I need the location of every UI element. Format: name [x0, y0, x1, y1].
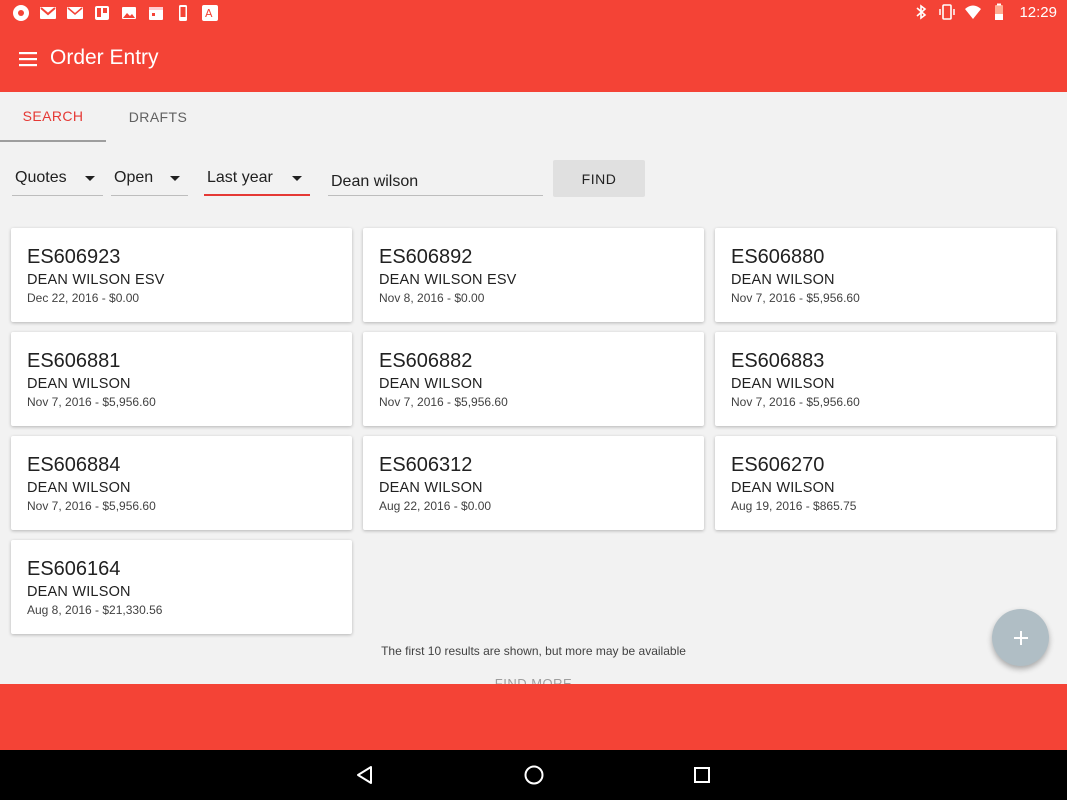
customer-name: DEAN WILSON	[27, 376, 131, 392]
bluetooth-icon	[916, 4, 927, 20]
quote-date-amount: Nov 7, 2016 - $5,956.60	[731, 395, 860, 409]
customer-name: DEAN WILSON	[27, 480, 131, 496]
quote-number: ES606881	[27, 350, 121, 372]
quote-date-amount: Nov 7, 2016 - $5,956.60	[27, 499, 156, 513]
quote-date-amount: Nov 7, 2016 - $5,956.60	[379, 395, 508, 409]
clock: 12:29	[1019, 3, 1057, 21]
quote-number: ES606884	[27, 454, 121, 476]
quote-number: ES606270	[731, 454, 825, 476]
result-card[interactable]: ES606923 DEAN WILSON ESV Dec 22, 2016 - …	[11, 228, 352, 322]
customer-name: DEAN WILSON	[379, 480, 483, 496]
recents-icon[interactable]	[690, 763, 714, 787]
navigation-bar	[0, 750, 1067, 800]
quote-date-amount: Nov 7, 2016 - $5,956.60	[27, 395, 156, 409]
date-range-value: Last year	[207, 169, 273, 186]
app-icon	[12, 4, 30, 22]
svg-text:A: A	[205, 7, 213, 20]
customer-name: DEAN WILSON	[379, 376, 483, 392]
quote-number: ES606312	[379, 454, 473, 476]
menu-icon[interactable]	[18, 48, 40, 70]
quote-number: ES606880	[731, 246, 825, 268]
search-input[interactable]	[328, 164, 543, 196]
quote-date-amount: Nov 7, 2016 - $5,956.60	[731, 291, 860, 305]
bottom-panel	[0, 684, 1067, 750]
chevron-down-icon	[170, 176, 180, 181]
quote-date-amount: Aug 22, 2016 - $0.00	[379, 499, 492, 513]
tab-bar: SEARCH DRAFTS	[0, 92, 1067, 142]
vibrate-icon	[939, 4, 956, 20]
results-notice: The first 10 results are shown, but more…	[381, 644, 686, 658]
quote-number: ES606164	[27, 558, 121, 580]
calendar-icon	[147, 4, 165, 22]
result-card[interactable]: ES606164 DEAN WILSON Aug 8, 2016 - $21,3…	[11, 540, 352, 634]
status-bar: A 12:29	[0, 0, 1067, 26]
customer-name: DEAN WILSON ESV	[27, 272, 165, 288]
result-card[interactable]: ES606882 DEAN WILSON Nov 7, 2016 - $5,95…	[363, 332, 704, 426]
quote-date-amount: Aug 8, 2016 - $21,330.56	[27, 603, 163, 617]
result-card[interactable]: ES606312 DEAN WILSON Aug 22, 2016 - $0.0…	[363, 436, 704, 530]
quote-date-amount: Nov 8, 2016 - $0.00	[379, 291, 485, 305]
system-status: 12:29	[913, 3, 1057, 21]
chevron-down-icon	[292, 176, 302, 181]
tab-drafts[interactable]: DRAFTS	[106, 92, 210, 142]
app-bar: Order Entry	[0, 26, 1067, 92]
status-dropdown[interactable]: Open	[111, 164, 188, 196]
customer-name: DEAN WILSON	[27, 584, 131, 600]
add-quote-button[interactable]	[992, 609, 1049, 666]
date-range-dropdown[interactable]: Last year	[204, 164, 310, 196]
image-icon	[120, 4, 138, 22]
phone-icon	[174, 4, 192, 22]
result-card[interactable]: ES606883 DEAN WILSON Nov 7, 2016 - $5,95…	[715, 332, 1056, 426]
customer-name: DEAN WILSON	[731, 376, 835, 392]
notification-icons: A	[12, 4, 219, 22]
quote-number: ES606882	[379, 350, 473, 372]
trello-icon	[93, 4, 111, 22]
home-icon[interactable]	[522, 763, 546, 787]
result-card[interactable]: ES606892 DEAN WILSON ESV Nov 8, 2016 - $…	[363, 228, 704, 322]
customer-name: DEAN WILSON	[731, 480, 835, 496]
plus-icon	[1013, 630, 1028, 645]
battery-icon	[995, 3, 1004, 20]
result-card[interactable]: ES606884 DEAN WILSON Nov 7, 2016 - $5,95…	[11, 436, 352, 530]
quote-date-amount: Dec 22, 2016 - $0.00	[27, 291, 140, 305]
quote-date-amount: Aug 19, 2016 - $865.75	[731, 499, 857, 513]
customer-name: DEAN WILSON ESV	[379, 272, 517, 288]
chevron-down-icon	[85, 176, 95, 181]
quote-number: ES606923	[27, 246, 121, 268]
find-button[interactable]: FIND	[553, 160, 645, 197]
quote-number: ES606883	[731, 350, 825, 372]
find-more-button[interactable]: FIND MORE	[0, 676, 1067, 684]
document-type-dropdown[interactable]: Quotes	[12, 164, 103, 196]
quote-number: ES606892	[379, 246, 473, 268]
gmail-icon	[39, 4, 57, 22]
status-value: Open	[114, 169, 154, 186]
result-card[interactable]: ES606880 DEAN WILSON Nov 7, 2016 - $5,95…	[715, 228, 1056, 322]
wifi-icon	[965, 5, 982, 19]
result-card[interactable]: ES606270 DEAN WILSON Aug 19, 2016 - $865…	[715, 436, 1056, 530]
back-icon[interactable]	[353, 763, 377, 787]
customer-name: DEAN WILSON	[731, 272, 835, 288]
translate-icon: A	[201, 4, 219, 22]
document-type-value: Quotes	[15, 169, 67, 186]
result-card[interactable]: ES606881 DEAN WILSON Nov 7, 2016 - $5,95…	[11, 332, 352, 426]
mail-icon	[66, 4, 84, 22]
tab-search[interactable]: SEARCH	[0, 92, 106, 142]
app-title: Order Entry	[50, 46, 159, 69]
